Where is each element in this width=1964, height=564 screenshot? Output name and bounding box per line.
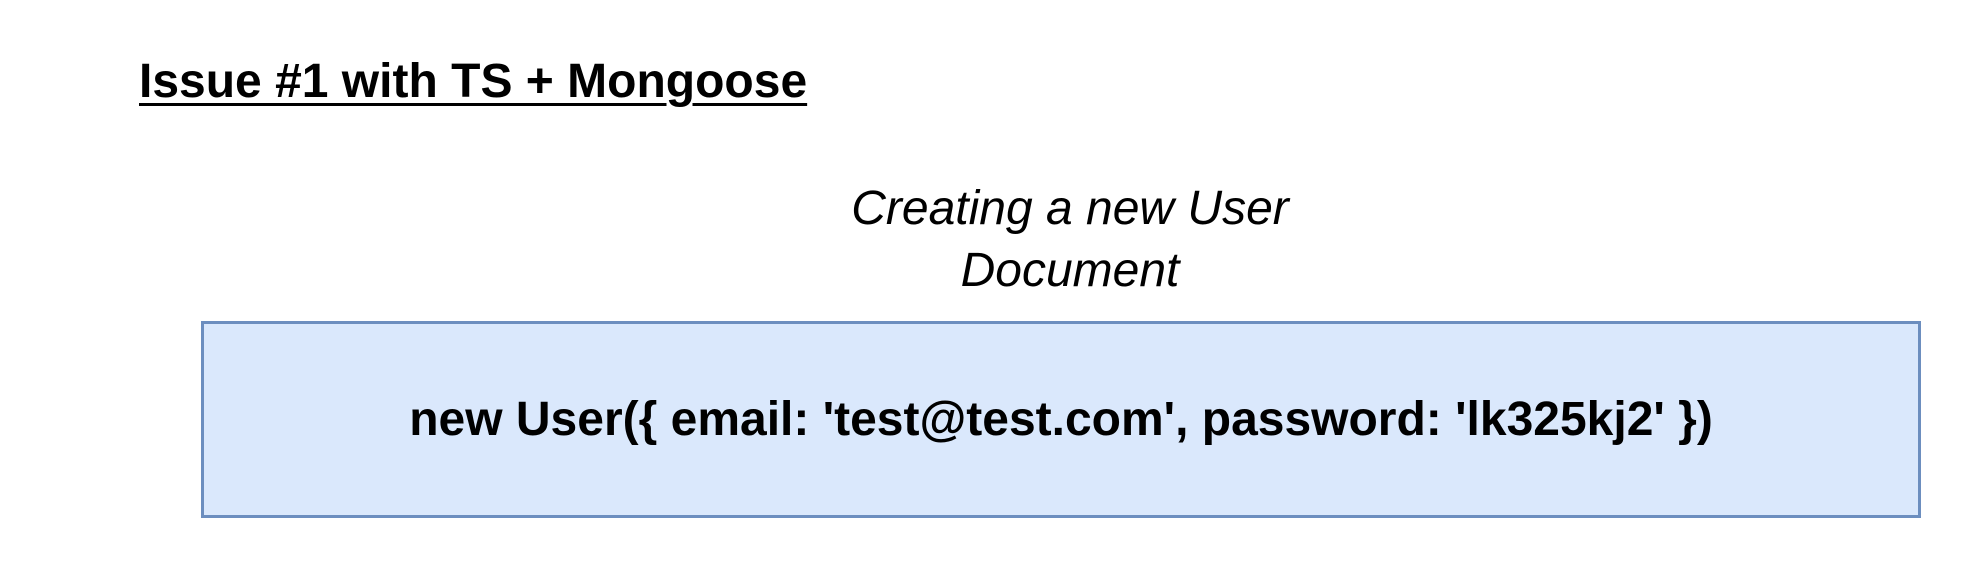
diagram-caption: Creating a new User Document — [790, 178, 1350, 302]
caption-line-1: Creating a new User — [851, 182, 1289, 235]
code-snippet: new User({ email: 'test@test.com', passw… — [409, 393, 1713, 446]
code-box: new User({ email: 'test@test.com', passw… — [201, 321, 1921, 518]
page-title: Issue #1 with TS + Mongoose — [139, 55, 808, 108]
caption-line-2: Document — [960, 244, 1180, 297]
